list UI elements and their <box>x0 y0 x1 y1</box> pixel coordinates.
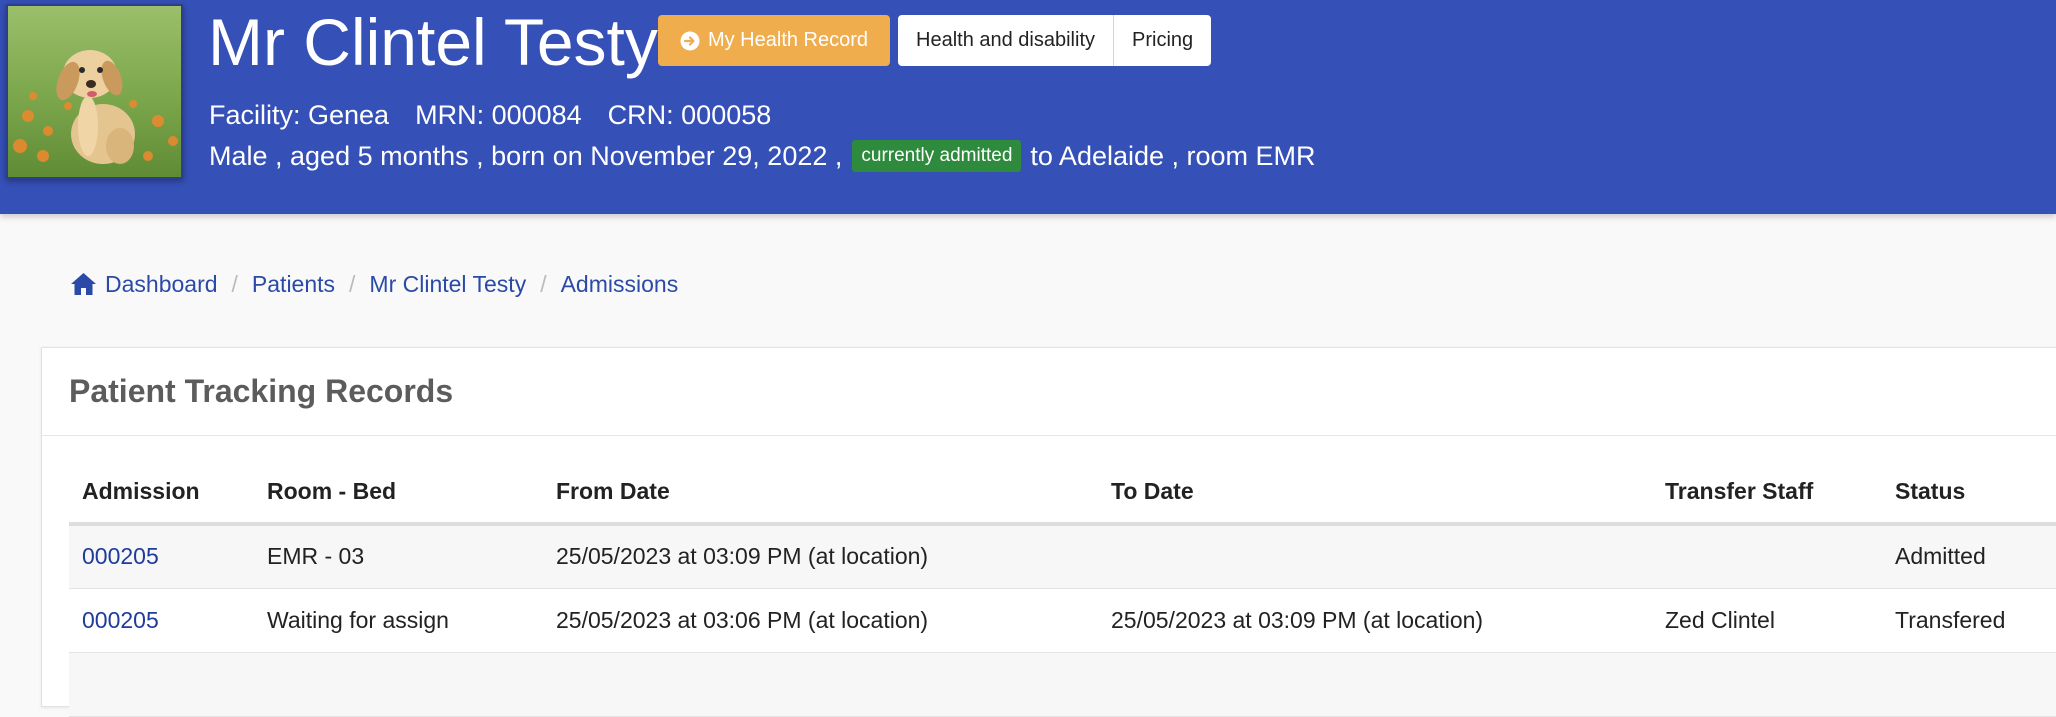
panel-title: Patient Tracking Records <box>42 348 2056 436</box>
breadcrumb-patients[interactable]: Patients <box>252 271 335 298</box>
from-date-cell: 25/05/2023 at 03:09 PM (at location) <box>543 524 1098 589</box>
admitted-status-badge: currently admitted <box>852 140 1022 172</box>
table-row <box>69 652 2056 717</box>
transfer-staff-cell: Zed Clintel <box>1652 588 1882 653</box>
header-transfer-staff: Transfer Staff <box>1652 461 1882 526</box>
patient-demographics: Male , aged 5 months , born on November … <box>209 137 1316 175</box>
patient-identifiers: Facility: Genea MRN: 000084 CRN: 000058 <box>209 97 771 133</box>
room-bed-cell: EMR - 03 <box>254 524 543 589</box>
table-row: 000205 EMR - 03 25/05/2023 at 03:09 PM (… <box>69 524 2056 589</box>
admission-link[interactable]: 000205 <box>82 607 159 633</box>
admission-link[interactable]: 000205 <box>82 543 159 569</box>
my-health-record-button[interactable]: My Health Record <box>658 15 890 66</box>
header-status: Status <box>1882 461 2056 526</box>
room-bed-cell: Waiting for assign <box>254 588 543 653</box>
arrow-circle-right-icon <box>680 31 700 50</box>
header-to-date: To Date <box>1098 461 1652 526</box>
breadcrumb-admissions[interactable]: Admissions <box>561 271 679 298</box>
empty-cell <box>1098 652 1652 717</box>
crn-text: CRN: 000058 <box>607 99 772 130</box>
to-date-cell: 25/05/2023 at 03:09 PM (at location) <box>1098 588 1652 653</box>
breadcrumb-separator: / <box>231 270 238 297</box>
pricing-button[interactable]: Pricing <box>1113 15 1211 66</box>
breadcrumb-separator: / <box>349 270 356 297</box>
empty-cell <box>254 652 543 717</box>
my-health-record-label: My Health Record <box>707 29 869 51</box>
patient-header: Mr Clintel Testy My Health Record Health… <box>0 0 2056 214</box>
empty-cell <box>69 652 254 717</box>
from-date-cell: 25/05/2023 at 03:06 PM (at location) <box>543 588 1098 653</box>
breadcrumb-dashboard[interactable]: Dashboard <box>70 271 218 298</box>
location-text: to Adelaide , room EMR <box>1030 140 1316 171</box>
mrn-text: MRN: 000084 <box>415 99 582 130</box>
admission-cell: 000205 <box>69 524 254 589</box>
tracking-records-panel: Patient Tracking Records Admission Room … <box>41 347 2056 717</box>
table-row: 000205 Waiting for assign 25/05/2023 at … <box>69 588 2056 653</box>
status-cell: Admitted <box>1882 524 2056 589</box>
patient-name: Mr Clintel Testy <box>208 5 658 79</box>
to-date-cell <box>1098 524 1652 589</box>
demographics-text: Male , aged 5 months , born on November … <box>209 140 843 171</box>
breadcrumb: Dashboard / Patients / Mr Clintel Testy … <box>70 267 678 301</box>
admission-cell: 000205 <box>69 588 254 653</box>
header-from-date: From Date <box>543 461 1098 526</box>
header-button-group: Health and disability Pricing <box>898 15 1212 66</box>
empty-cell <box>1882 652 2056 717</box>
table-header-row: Admission Room - Bed From Date To Date T… <box>69 461 2056 526</box>
puppy-photo <box>8 6 181 177</box>
header-room-bed: Room - Bed <box>254 461 543 526</box>
status-cell: Transfered <box>1882 588 2056 653</box>
patient-avatar <box>6 4 183 179</box>
breadcrumb-dashboard-label: Dashboard <box>105 270 218 297</box>
empty-cell <box>543 652 1098 717</box>
breadcrumb-separator: / <box>540 270 547 297</box>
tracking-records-table: Admission Room - Bed From Date To Date T… <box>69 461 2056 717</box>
facility-text: Facility: Genea <box>209 99 390 130</box>
breadcrumb-patient[interactable]: Mr Clintel Testy <box>369 271 526 298</box>
health-and-disability-button[interactable]: Health and disability <box>898 15 1113 66</box>
home-icon <box>71 273 96 295</box>
empty-cell <box>1652 652 1882 717</box>
header-admission: Admission <box>69 461 254 526</box>
transfer-staff-cell <box>1652 524 1882 589</box>
